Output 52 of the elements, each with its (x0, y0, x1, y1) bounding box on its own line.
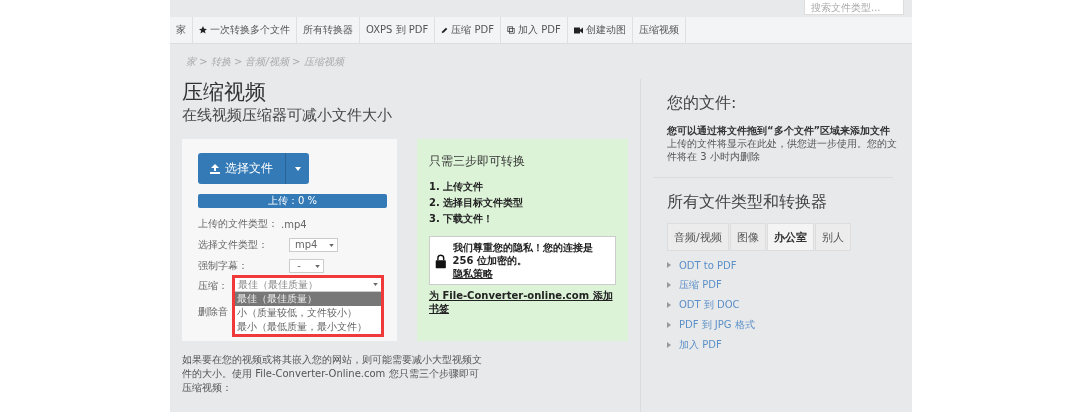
nav-link[interactable]: 家 (170, 17, 193, 43)
nav-link[interactable]: 压缩视频 (632, 17, 686, 43)
page-subtitle: 在线视频压缩器可减小文件大小 (182, 105, 393, 125)
video-camera-icon (573, 26, 583, 34)
choose-file-button[interactable]: 选择文件 (198, 153, 285, 184)
select-field[interactable]: mp4 (289, 238, 339, 252)
step-item: 3. 下载文件！ (429, 212, 495, 226)
field-label: 选择文件类型： (198, 238, 269, 252)
category-tab[interactable]: 图像 (729, 223, 766, 251)
bullet-icon (667, 282, 671, 288)
bookmark-link[interactable]: 为 File-Converter-online.com 添加书签 (429, 289, 616, 315)
step-item: 1. 上传文件 (429, 180, 485, 194)
upload-icon (210, 163, 220, 174)
intro-paragraph: 如果要在您的视频或将其嵌入您的网站，则可能需要减小大型视频文件的大小。使用 File-Converter-Online.com 您只需三个步骤即可压缩视频： (182, 353, 482, 395)
steps-title: 只需三步即可转换 (429, 153, 526, 170)
copy-icon (507, 26, 515, 34)
caret-icon (294, 166, 301, 171)
dropdown-option[interactable]: 最佳（最佳质量） (235, 292, 381, 306)
privacy-text: 我们尊重您的隐私！您的连接是 256 位加密的。 (452, 241, 594, 267)
chevron-icon (329, 243, 335, 247)
star-icon (199, 26, 207, 34)
field-value: .mp4 (281, 218, 307, 230)
converters-title: 所有文件类型和转换器 (667, 192, 828, 213)
nav-link[interactable]: 一次转换多个文件 (193, 17, 297, 43)
files-note: 上传的文件将显示在此处，供您进一步使用。您的文件将在 3 小时内删除 (667, 137, 898, 163)
nav-link[interactable]: 压缩 PDF (435, 17, 501, 43)
category-tab[interactable]: 别人 (814, 223, 851, 251)
category-tab[interactable]: 办公室 (766, 223, 814, 251)
field-label: 压缩： (198, 279, 228, 293)
nav-link[interactable]: 创建动图 (567, 17, 633, 43)
privacy-link[interactable]: 隐私策略 (452, 267, 610, 280)
chevron-icon (315, 264, 320, 268)
nav-link[interactable]: 所有转换器 (297, 17, 360, 43)
chevron-icon (373, 283, 378, 286)
pencil-icon (441, 26, 449, 34)
field-label: 上传的文件类型： (198, 217, 278, 231)
nav-link[interactable]: OXPS 到 PDF (360, 17, 436, 43)
search-field[interactable]: 搜索文件类型... (804, 0, 904, 15)
field-label: 强制字幕： (198, 259, 249, 273)
bullet-icon (667, 302, 671, 308)
page-title: 压缩视频 (182, 79, 267, 105)
step-item: 2. 选择目标文件类型 (429, 196, 525, 210)
files-title: 您的文件: (667, 93, 738, 114)
select-field[interactable]: - (289, 259, 324, 273)
field-label: 删除音 (198, 305, 228, 319)
nav-link[interactable]: 加入 PDF (501, 17, 568, 43)
bullet-icon (667, 262, 671, 268)
bullet-icon (667, 322, 671, 328)
bullet-icon (667, 342, 671, 348)
dropdown-toggle[interactable] (285, 153, 309, 184)
category-tab[interactable]: 音频/视频 (667, 223, 729, 251)
files-hint: 您可以通过将文件拖到“多个文件”区域来添加文件 (667, 124, 892, 137)
